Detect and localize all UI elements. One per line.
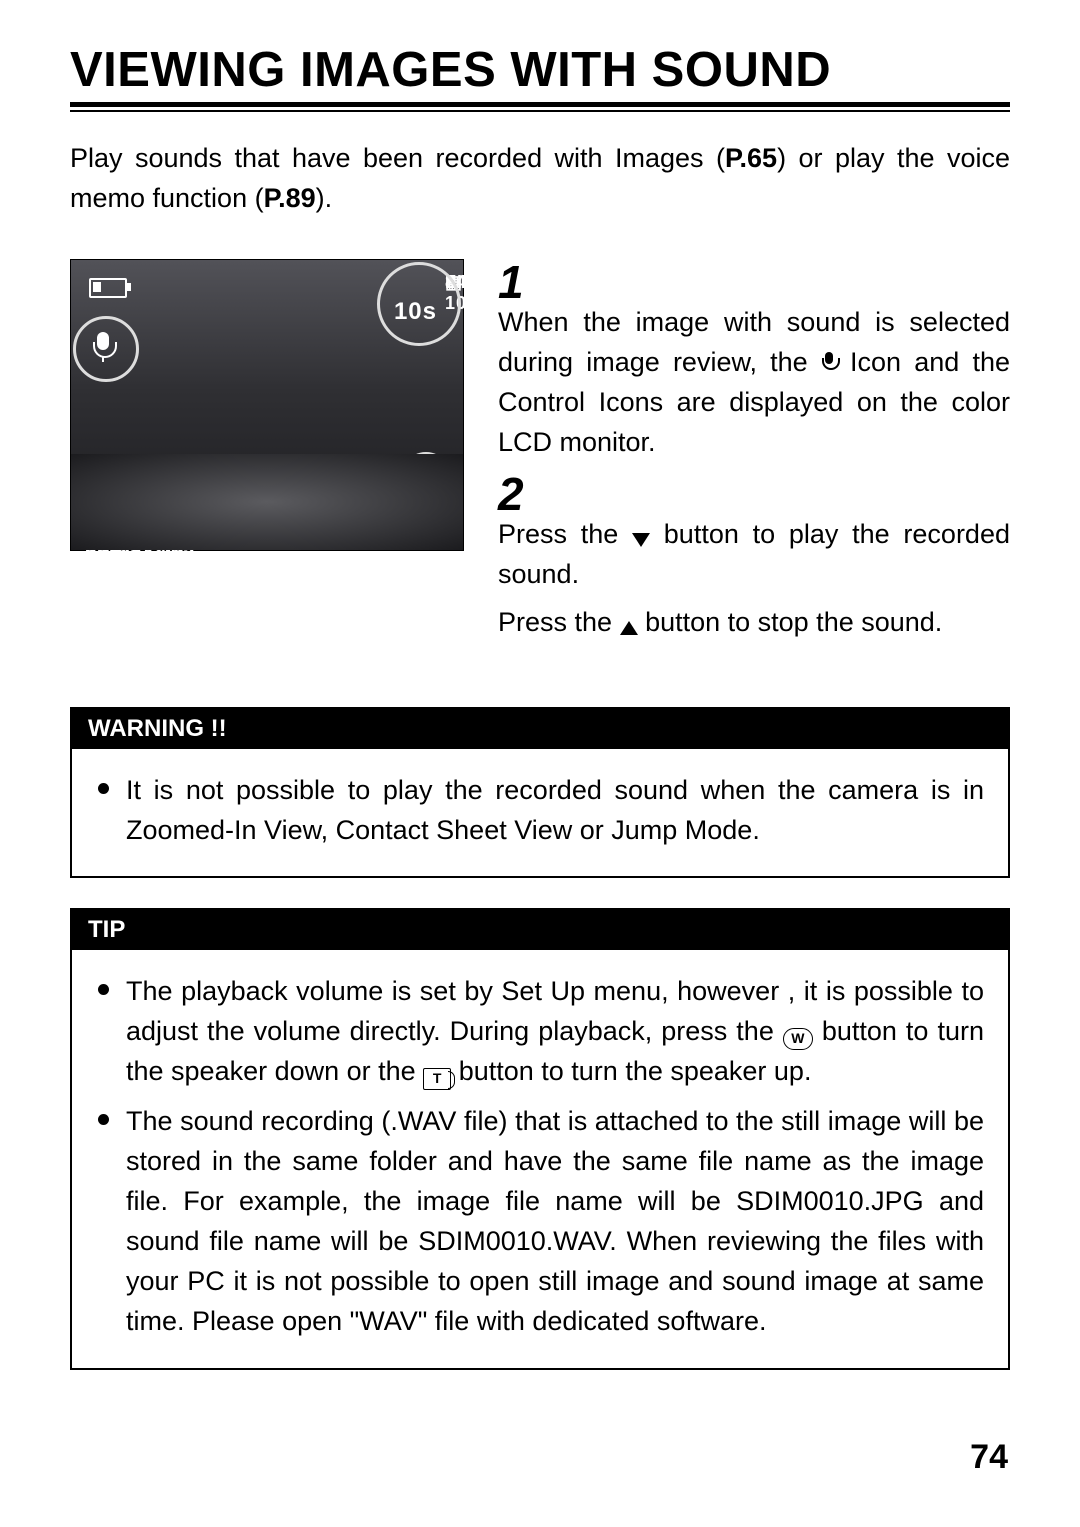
step-text: Press the (498, 607, 620, 637)
warning-box: WARNING !! It is not possible to play th… (70, 707, 1010, 879)
step-number-2: 2 (498, 471, 1010, 517)
warning-body: It is not possible to play the recorded … (72, 749, 1008, 877)
ref-p65: P.65 (725, 143, 777, 173)
intro-text: Play sounds that have been recorded with… (70, 143, 725, 173)
tip-box: TIP The playback volume is set by Set Up… (70, 908, 1010, 1370)
highlight-circle (395, 452, 457, 530)
step-2b-text: Press the button to stop the sound. (498, 603, 1010, 643)
warning-heading: WARNING !! (72, 709, 1008, 749)
step-2-text: Press the button to play the recorded so… (498, 515, 1010, 595)
lcd-time-text: 09:53.48 AM (98, 540, 185, 586)
ref-p89: P.89 (264, 183, 316, 213)
intro-text: ). (316, 183, 333, 213)
step-text: Press the (498, 519, 632, 549)
page-number: 74 (970, 1438, 1008, 1477)
intro-paragraph: Play sounds that have been recorded with… (70, 139, 1010, 219)
step-number-1: 1 (498, 259, 1010, 305)
warning-item: It is not possible to play the recorded … (96, 771, 984, 851)
battery-icon (89, 278, 127, 298)
lcd-preview: ▦ FINE 100-8437 10s ◁ ◯ ▷▶ 62/82 2007/12… (70, 259, 464, 551)
tip-item: The sound recording (.WAV file) that is … (96, 1102, 984, 1342)
steps-column: 1 When the image with sound is selected … (498, 259, 1010, 651)
tip-text: button to turn the speaker up. (459, 1056, 812, 1086)
highlight-circle (73, 316, 139, 382)
lcd-control-icons: ◁ ◯ ▷▶ (388, 475, 441, 508)
step-section: ▦ FINE 100-8437 10s ◁ ◯ ▷▶ 62/82 2007/12… (70, 259, 1010, 651)
w-button-icon: W (783, 1028, 813, 1050)
t-button-icon: T (423, 1068, 451, 1090)
page-title: VIEWING IMAGES WITH SOUND (70, 42, 1010, 98)
step-1-text: When the image with sound is selected du… (498, 303, 1010, 463)
step-text: button to stop the sound. (638, 607, 943, 637)
up-arrow-icon (620, 621, 638, 635)
tip-heading: TIP (72, 910, 1008, 950)
tip-item: The playback volume is set by Set Up men… (96, 972, 984, 1092)
down-arrow-icon (632, 533, 650, 547)
microphone-icon (821, 352, 837, 374)
title-rule-thick (70, 102, 1010, 107)
tip-body: The playback volume is set by Set Up men… (72, 950, 1008, 1368)
title-rule-thin (70, 110, 1010, 112)
lcd-date: 2007/12/05 09:53.48 AM (85, 540, 98, 563)
highlight-circle (377, 262, 461, 346)
